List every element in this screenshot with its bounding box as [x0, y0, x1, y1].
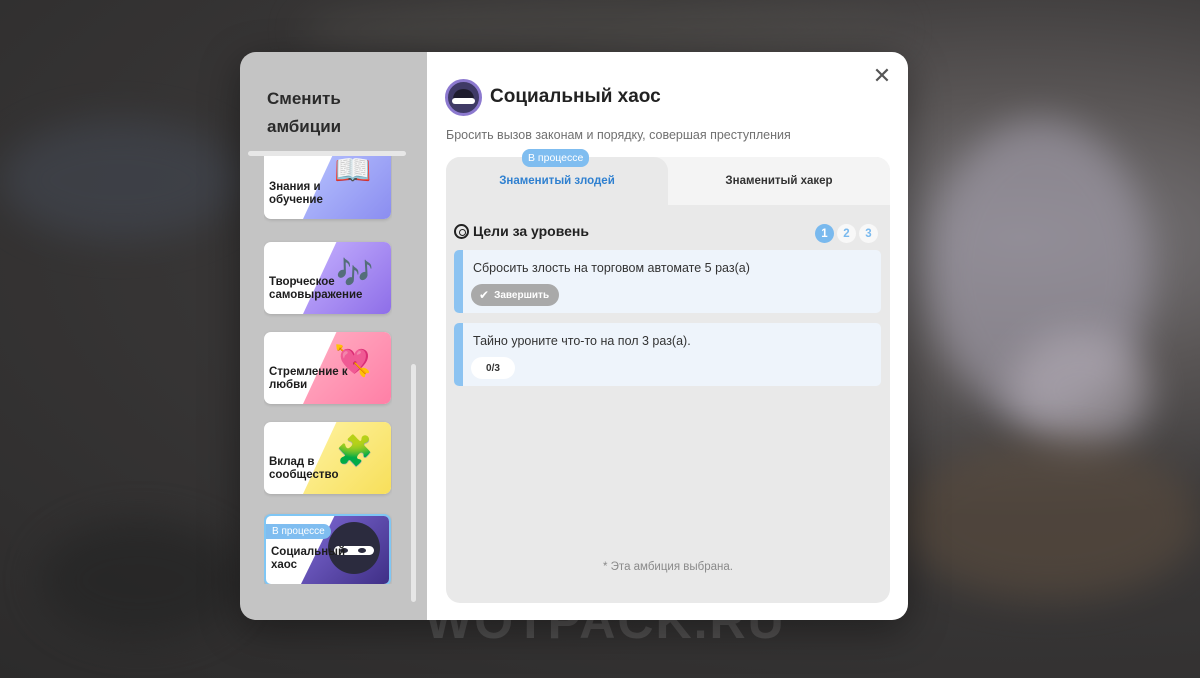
ambition-dialog: Сменить амбиции 📖 Знания и обучение 🎶 Тв… [240, 52, 908, 620]
page-subtitle: Бросить вызов законам и порядку, соверша… [446, 128, 791, 142]
sidebar-title: Сменить амбиции [267, 89, 342, 136]
tab-label: Знаменитый злодей [499, 175, 615, 187]
sidebar-divider [248, 151, 406, 156]
level-1-button[interactable]: 1 [815, 224, 834, 243]
close-icon[interactable]: ✕ [872, 65, 892, 87]
ambition-card-knowledge[interactable]: 📖 Знания и обучение [264, 152, 391, 219]
masked-thief-icon [445, 79, 482, 116]
level-selector: 1 2 3 [815, 224, 878, 243]
card-label: Творческое самовыражение [269, 276, 363, 301]
tab-famous-hacker[interactable]: Знаменитый хакер [668, 157, 890, 205]
level-2-button[interactable]: 2 [837, 224, 856, 243]
task-text: Тайно уроните что-то на пол 3 раз(а). [473, 334, 691, 348]
complete-button[interactable]: ✔ Завершить [471, 284, 560, 306]
level-3-button[interactable]: 3 [859, 224, 878, 243]
task-indicator [454, 323, 463, 386]
status-badge: В процессе [266, 524, 331, 539]
ambition-list[interactable]: 📖 Знания и обучение 🎶 Творческое самовыр… [264, 152, 392, 584]
selected-note: * Эта амбиция выбрана. [603, 561, 733, 573]
ambition-card-social-chaos[interactable]: В процессе Социальный хаос [264, 514, 391, 584]
tab-label: Знаменитый хакер [725, 175, 833, 187]
card-label: Стремление к любви [269, 366, 348, 391]
card-label: Вклад в сообщество [269, 456, 339, 481]
task-item: Тайно уроните что-то на пол 3 раз(а). 0/… [454, 323, 881, 386]
task-text: Сбросить злость на торговом автомате 5 р… [473, 261, 750, 275]
sidebar: Сменить амбиции 📖 Знания и обучение 🎶 Тв… [240, 52, 427, 620]
check-icon: ✔ [479, 288, 490, 302]
goals-title: Цели за уровень [473, 223, 589, 239]
goals-panel: Знаменитый злодей В процессе Знаменитый … [446, 149, 890, 603]
task-progress: 0/3 [471, 357, 515, 379]
tab-bar: Знаменитый злодей В процессе Знаменитый … [446, 149, 890, 205]
ambition-card-community[interactable]: 🧩 Вклад в сообщество [264, 422, 391, 494]
goals-heading: Цели за уровень [454, 223, 589, 239]
ambition-details: ✕ Социальный хаос Бросить вызов законам … [427, 52, 908, 620]
target-icon [454, 223, 469, 239]
card-label: Социальный хаос [271, 546, 346, 571]
task-indicator [454, 250, 463, 313]
ambition-card-love[interactable]: 💘 Стремление к любви [264, 332, 391, 404]
complete-label: Завершить [494, 289, 550, 301]
status-badge: В процессе [522, 149, 590, 167]
task-item: Сбросить злость на торговом автомате 5 р… [454, 250, 881, 313]
sidebar-scrollbar[interactable] [411, 364, 416, 602]
page-title: Социальный хаос [490, 86, 661, 107]
ambition-card-creativity[interactable]: 🎶 Творческое самовыражение [264, 242, 391, 314]
card-label: Знания и обучение [269, 181, 323, 206]
